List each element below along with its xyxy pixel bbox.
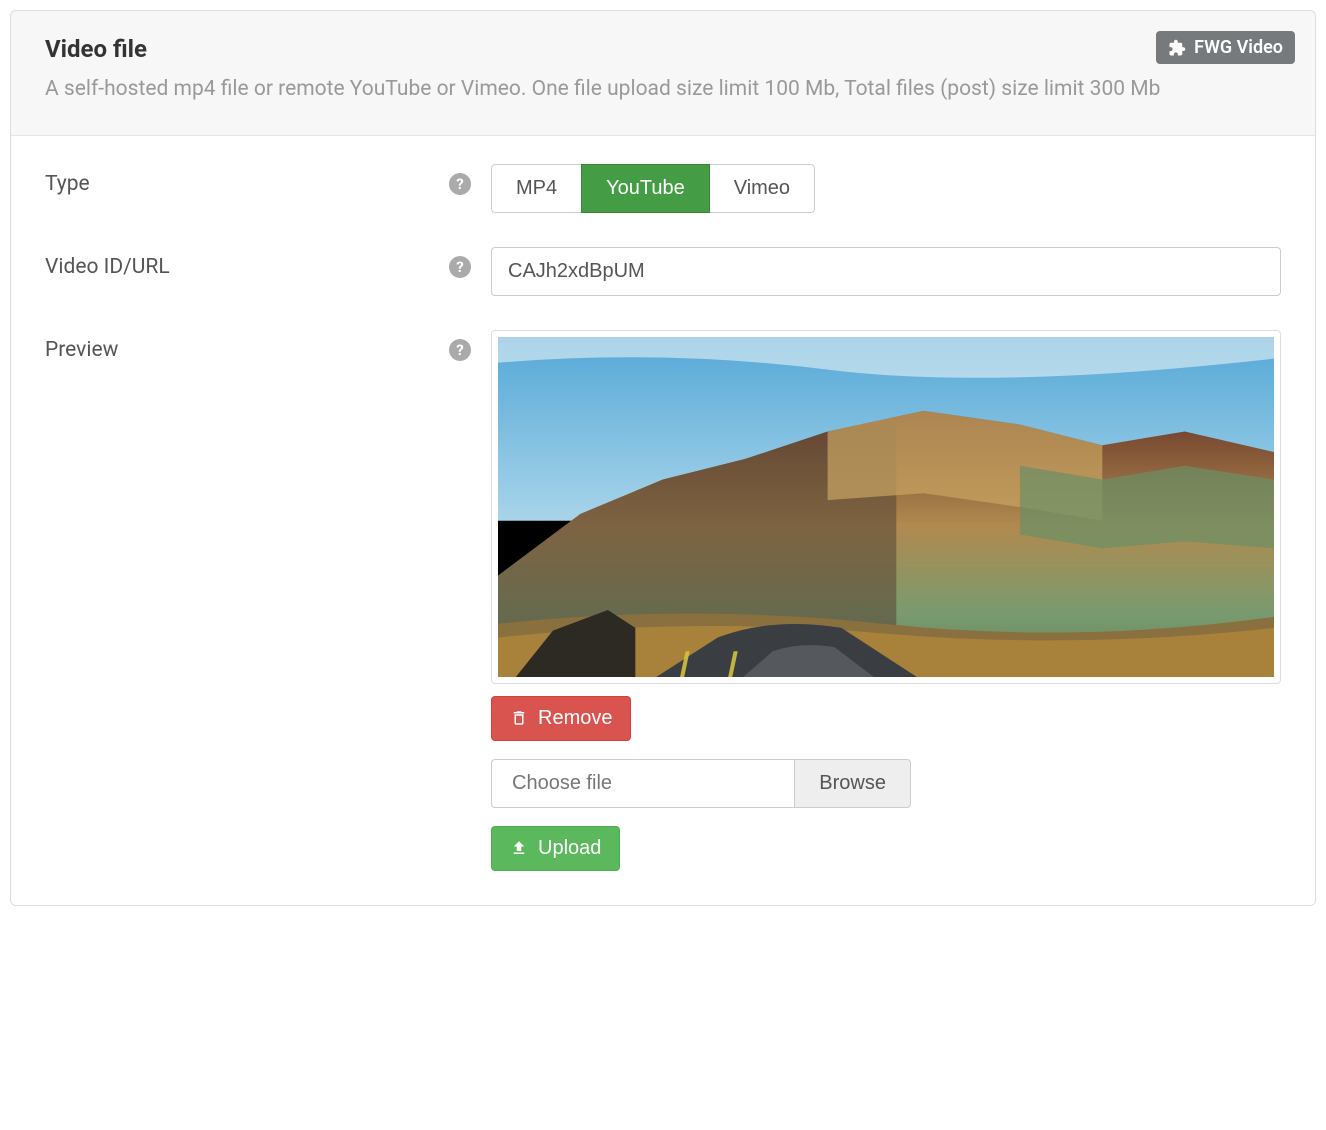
preview-thumbnail[interactable] xyxy=(498,337,1274,677)
badge-label: FWG Video xyxy=(1194,37,1283,58)
trash-icon xyxy=(510,709,528,727)
type-button-group: MP4 YouTube Vimeo xyxy=(491,164,815,213)
type-row: Type ? MP4 YouTube Vimeo xyxy=(45,164,1281,213)
choose-file-input[interactable]: Choose file xyxy=(491,759,794,808)
video-file-panel: Video file A self-hosted mp4 file or rem… xyxy=(10,10,1316,906)
type-option-mp4[interactable]: MP4 xyxy=(491,164,582,213)
fwg-video-badge: FWG Video xyxy=(1156,31,1295,64)
help-icon[interactable]: ? xyxy=(449,339,471,361)
video-id-label: Video ID/URL xyxy=(45,255,170,279)
upload-button[interactable]: Upload xyxy=(491,826,620,871)
remove-button[interactable]: Remove xyxy=(491,696,631,741)
browse-button[interactable]: Browse xyxy=(794,759,911,808)
upload-icon xyxy=(510,839,528,857)
puzzle-icon xyxy=(1168,39,1186,57)
help-icon[interactable]: ? xyxy=(449,256,471,278)
help-icon[interactable]: ? xyxy=(449,173,471,195)
type-option-youtube[interactable]: YouTube xyxy=(581,164,710,213)
preview-container xyxy=(491,330,1281,684)
preview-label: Preview xyxy=(45,338,118,362)
file-chooser: Choose file Browse xyxy=(491,759,911,808)
video-id-row: Video ID/URL ? xyxy=(45,247,1281,296)
panel-body: Type ? MP4 YouTube Vimeo Video ID/URL ? xyxy=(11,136,1315,905)
panel-title: Video file xyxy=(45,35,1281,63)
remove-label: Remove xyxy=(538,707,612,730)
video-id-input[interactable] xyxy=(491,247,1281,296)
type-label: Type xyxy=(45,172,90,196)
type-option-vimeo[interactable]: Vimeo xyxy=(709,164,815,213)
panel-header: Video file A self-hosted mp4 file or rem… xyxy=(11,11,1315,136)
upload-label: Upload xyxy=(538,837,601,860)
panel-description: A self-hosted mp4 file or remote YouTube… xyxy=(45,73,1281,107)
preview-row: Preview ? xyxy=(45,330,1281,871)
